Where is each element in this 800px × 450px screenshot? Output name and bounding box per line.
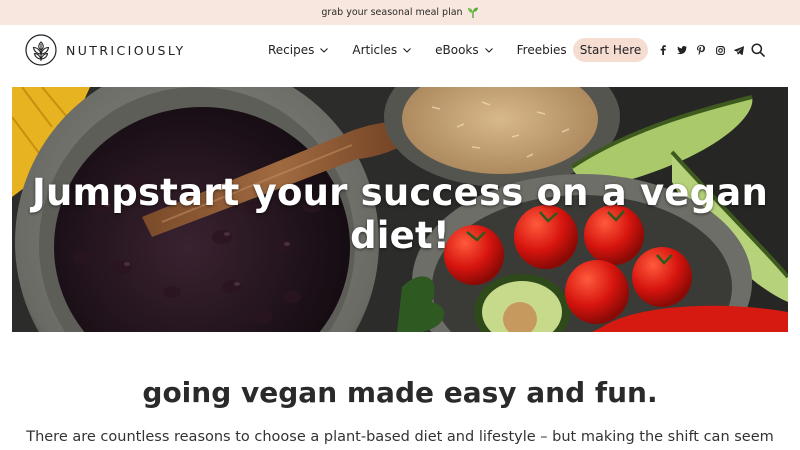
hero-banner: Jumpstart your success on a vegan diet! [12, 87, 788, 332]
menu-item-recipes[interactable]: Recipes [268, 43, 329, 57]
primary-menu: Recipes Articles eBooks Freebies [268, 25, 605, 75]
chevron-down-icon [484, 47, 493, 53]
hero-title: Jumpstart your success on a vegan diet! [32, 171, 768, 257]
menu-item-label: eBooks [435, 43, 479, 57]
intro-paragraph: There are countless reasons to choose a … [26, 429, 774, 445]
meal-plan-link[interactable]: grab your seasonal meal plan [321, 7, 478, 18]
telegram-icon[interactable] [734, 45, 744, 55]
main-navigation: NUTRICIOUSLY Recipes Articles eBooks Fre… [0, 25, 800, 75]
brand-name: NUTRICIOUSLY [66, 42, 186, 58]
sprout-icon [467, 7, 478, 18]
pinterest-icon[interactable] [696, 45, 706, 55]
announcement-bar: grab your seasonal meal plan [0, 0, 800, 25]
menu-item-freebies[interactable]: Freebies [517, 43, 581, 57]
menu-item-label: Freebies [516, 43, 567, 57]
chevron-down-icon [403, 47, 412, 53]
facebook-icon[interactable] [658, 45, 668, 55]
social-links [658, 25, 744, 75]
menu-item-articles[interactable]: Articles [352, 43, 412, 57]
menu-item-label: Recipes [268, 43, 315, 57]
site-logo[interactable]: NUTRICIOUSLY [25, 34, 186, 66]
menu-item-label: Articles [352, 43, 398, 57]
twitter-icon[interactable] [677, 45, 687, 55]
start-here-button[interactable]: Start Here [573, 38, 648, 62]
chevron-down-icon [320, 47, 329, 53]
search-icon[interactable] [751, 43, 765, 57]
announcement-text: grab your seasonal meal plan [321, 7, 463, 18]
section-tagline: going vegan made easy and fun. [142, 376, 658, 409]
menu-item-ebooks[interactable]: eBooks [435, 43, 493, 57]
leaf-circle-icon [25, 34, 57, 66]
instagram-icon[interactable] [715, 45, 725, 55]
